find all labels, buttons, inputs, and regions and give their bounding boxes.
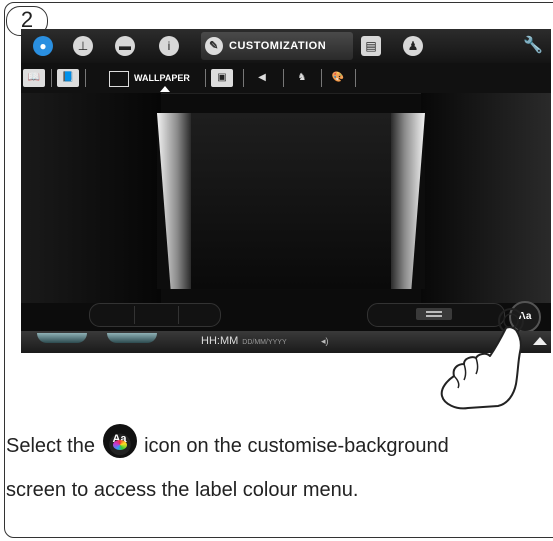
pointing-hand-icon <box>440 308 524 410</box>
screen-icon[interactable]: ▤ <box>361 36 381 56</box>
clock-display: HH:MM DD/MM/YYYY <box>201 335 287 347</box>
speaker-icon[interactable]: ◀ <box>251 69 273 87</box>
instruction-line-1: Select the Aa icon on the customise-back… <box>6 424 553 472</box>
book-color-icon[interactable]: 📘 <box>57 69 79 87</box>
light-beam-right <box>391 113 425 289</box>
preview-inner <box>191 113 391 289</box>
tab-wallpaper-label: WALLPAPER <box>134 73 190 83</box>
book-icon[interactable]: 📖 <box>23 69 45 87</box>
instruction-part-1: Select the <box>6 435 95 457</box>
user-icon[interactable]: ♟ <box>403 36 423 56</box>
volume-icon[interactable]: ◂) <box>321 336 329 347</box>
pencil-icon: ✎ <box>205 37 223 56</box>
instruction-line-2: screen to access the label colour menu. <box>6 479 359 501</box>
drop-icon[interactable]: ● <box>33 36 53 56</box>
divider <box>321 69 322 87</box>
divider <box>205 69 206 87</box>
top-menu-bar: ● ⊥ ▬ i ✎ CUSTOMIZATION ▤ ♟ 🔧 <box>21 29 551 63</box>
divider <box>355 69 356 87</box>
colour-blob <box>112 440 127 450</box>
divider <box>283 69 284 87</box>
instruction-text: Select the Aa icon on the customise-back… <box>6 424 553 508</box>
info-icon[interactable]: i <box>159 36 179 56</box>
divider <box>85 69 86 87</box>
active-tab-indicator <box>160 86 170 92</box>
wallpaper-icon <box>109 70 129 87</box>
divider <box>178 306 179 324</box>
sub-menu-bar: 📖 📘 WALLPAPER ▣ ◀ ♞ 🎨 <box>21 63 551 94</box>
left-control-pill[interactable] <box>89 303 221 327</box>
clock-date: DD/MM/YYYY <box>242 339 287 346</box>
wrench-icon[interactable]: 🔧 <box>523 35 543 55</box>
seat-right-icon <box>107 333 157 343</box>
clock-icon[interactable]: ⊥ <box>73 36 93 56</box>
flag-icon[interactable]: ▬ <box>115 36 135 56</box>
person-icon[interactable]: ♞ <box>291 69 313 87</box>
frame-icon[interactable]: ▣ <box>211 69 233 87</box>
tab-customization[interactable]: ✎ CUSTOMIZATION <box>201 32 353 60</box>
divider <box>243 69 244 87</box>
seat-left-icon <box>37 333 87 343</box>
background-left-panel <box>21 93 161 303</box>
instruction-part-2: icon on the customise-background <box>144 435 449 457</box>
divider <box>51 69 52 87</box>
light-beam-left <box>157 113 191 289</box>
tab-customization-label: CUSTOMIZATION <box>229 40 327 52</box>
wallpaper-preview[interactable] <box>157 113 425 289</box>
background-right-panel <box>421 93 551 303</box>
label-colour-icon: Aa <box>102 424 137 458</box>
divider <box>134 306 135 324</box>
tab-wallpaper[interactable]: WALLPAPER <box>109 69 190 87</box>
clock-time: HH:MM <box>201 335 239 347</box>
palette-icon[interactable]: 🎨 <box>327 69 349 87</box>
